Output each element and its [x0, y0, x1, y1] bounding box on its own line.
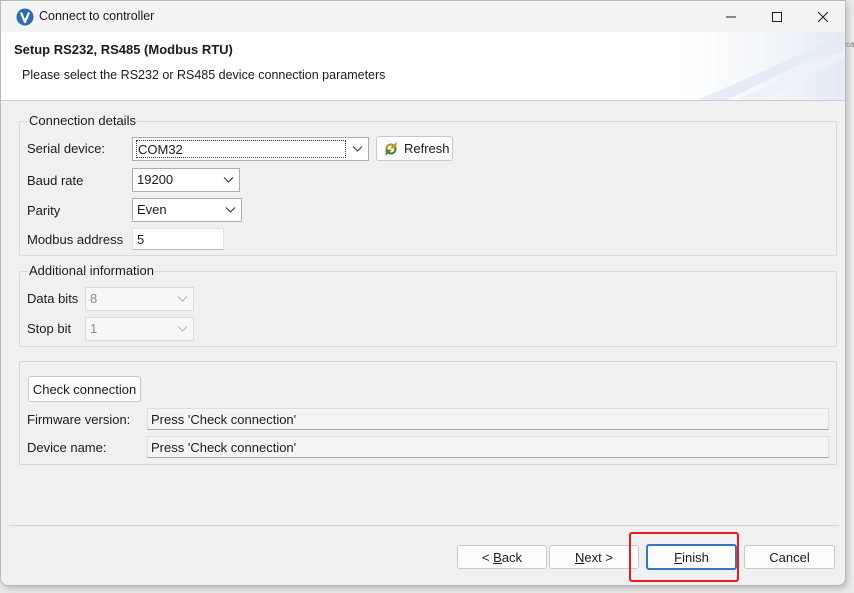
baud-rate-select[interactable]: 19200	[132, 168, 240, 192]
data-bits-label: Data bits	[27, 291, 79, 306]
additional-information-legend: Additional information	[28, 263, 156, 278]
firmware-version-field: Press 'Check connection'	[147, 408, 829, 430]
data-bits-value: 8	[90, 291, 98, 306]
chevron-down-icon	[352, 146, 363, 152]
page-title: Setup RS232, RS485 (Modbus RTU)	[14, 42, 233, 57]
background-edge-text: ca	[846, 40, 854, 49]
check-connection-group: Check connection Firmware version: Press…	[19, 361, 837, 465]
device-name-field: Press 'Check connection'	[147, 436, 829, 458]
dialog-window: Connect to controller Setup RS232, RS485…	[0, 0, 846, 586]
stop-bit-select[interactable]: 1	[85, 317, 194, 341]
check-connection-button[interactable]: Check connection	[28, 376, 141, 402]
parity-label: Parity	[27, 203, 61, 218]
refresh-label: Refresh	[404, 141, 450, 156]
serial-device-select[interactable]: COM32	[132, 137, 369, 161]
stop-bit-value: 1	[90, 321, 98, 336]
parity-value: Even	[137, 202, 167, 217]
modbus-address-label: Modbus address	[27, 232, 124, 247]
connection-details-group: Connection details Serial device: COM32 …	[19, 113, 837, 256]
maximize-icon	[772, 11, 782, 22]
back-mnemonic: B	[493, 549, 502, 565]
finish-highlight-annotation	[629, 532, 739, 582]
page-subtitle: Please select the RS232 or RS485 device …	[22, 68, 386, 82]
refresh-icon	[385, 141, 397, 156]
wizard-header: Setup RS232, RS485 (Modbus RTU) Please s…	[1, 32, 845, 101]
device-name-label: Device name:	[27, 440, 107, 455]
chevron-down-icon	[223, 177, 234, 183]
firmware-version-label: Firmware version:	[27, 412, 131, 427]
refresh-button[interactable]: Refresh	[376, 136, 453, 161]
next-label-rest: ext >	[584, 549, 613, 565]
modbus-address-input[interactable]: 5	[132, 228, 224, 250]
serial-device-value: COM32	[136, 140, 346, 158]
chevron-down-icon	[225, 207, 236, 213]
connection-details-legend: Connection details	[28, 113, 137, 128]
header-swoosh-decoration	[697, 34, 845, 100]
app-logo-icon	[16, 8, 34, 26]
cancel-button[interactable]: Cancel	[744, 545, 835, 569]
chevron-down-icon	[177, 326, 188, 332]
stop-bit-label: Stop bit	[27, 321, 72, 336]
title-bar[interactable]: Connect to controller	[1, 1, 845, 32]
back-button[interactable]: < Back	[457, 545, 547, 569]
baud-rate-value: 19200	[137, 172, 174, 187]
close-icon	[818, 11, 828, 22]
back-label-rest: ack	[501, 549, 523, 565]
maximize-button[interactable]	[754, 1, 800, 32]
data-bits-select[interactable]: 8	[85, 287, 194, 311]
next-button[interactable]: Next >	[549, 545, 639, 569]
serial-device-label: Serial device:	[27, 141, 106, 156]
baud-rate-label: Baud rate	[27, 173, 84, 188]
parity-select[interactable]: Even	[132, 198, 242, 222]
window-title: Connect to controller	[39, 9, 155, 23]
minimize-button[interactable]	[708, 1, 754, 32]
close-button[interactable]	[800, 1, 846, 32]
back-prefix: <	[481, 549, 494, 565]
chevron-down-icon	[177, 296, 188, 302]
next-mnemonic: N	[575, 549, 585, 565]
minimize-icon	[726, 16, 736, 17]
additional-information-group: Additional information Data bits 8 Stop …	[19, 263, 837, 347]
footer-divider	[9, 525, 839, 526]
